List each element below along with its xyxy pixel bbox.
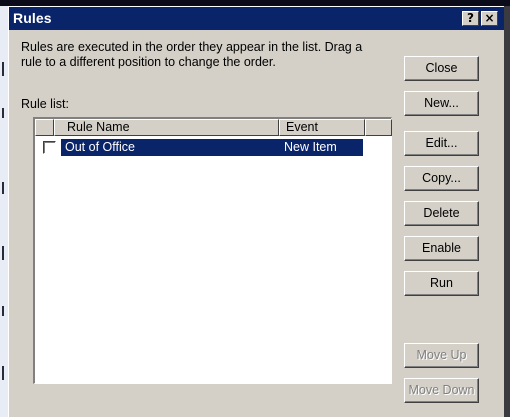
- selected-row-highlight[interactable]: Out of Office New Item: [61, 139, 363, 156]
- edit-rule-button[interactable]: Edit...: [404, 131, 479, 156]
- move-up-button[interactable]: Move Up: [404, 343, 479, 368]
- rules-dialog: Rules ? × Rules are executed in the orde…: [8, 6, 504, 417]
- run-rule-button[interactable]: Run: [404, 271, 479, 296]
- desktop-edge: [504, 6, 510, 417]
- column-header-checkbox[interactable]: [35, 119, 54, 136]
- column-header-rule-name[interactable]: Rule Name: [54, 119, 279, 136]
- title-bar[interactable]: Rules ? ×: [9, 7, 504, 30]
- enable-rule-button[interactable]: Enable: [404, 236, 479, 261]
- rule-list[interactable]: Rule Name Event Out of Office New Item: [33, 117, 392, 384]
- move-down-button[interactable]: Move Down: [404, 378, 479, 403]
- column-header-event[interactable]: Event: [279, 119, 365, 136]
- help-icon[interactable]: ?: [462, 11, 479, 26]
- delete-rule-button[interactable]: Delete: [404, 201, 479, 226]
- window-title: Rules: [13, 10, 52, 26]
- background-window-edge: [0, 6, 8, 417]
- close-button[interactable]: Close: [404, 56, 479, 81]
- rule-enabled-checkbox[interactable]: [43, 141, 56, 154]
- table-row[interactable]: Out of Office New Item: [35, 139, 363, 156]
- close-icon[interactable]: ×: [481, 11, 498, 26]
- rule-name-cell: Out of Office: [65, 140, 135, 154]
- rule-event-cell: New Item: [284, 140, 337, 154]
- rule-list-label: Rule list:: [21, 97, 69, 111]
- new-rule-button[interactable]: New...: [404, 91, 479, 116]
- copy-rule-button[interactable]: Copy...: [404, 166, 479, 191]
- description-text: Rules are executed in the order they app…: [21, 40, 363, 69]
- column-header-spacer: [365, 119, 392, 136]
